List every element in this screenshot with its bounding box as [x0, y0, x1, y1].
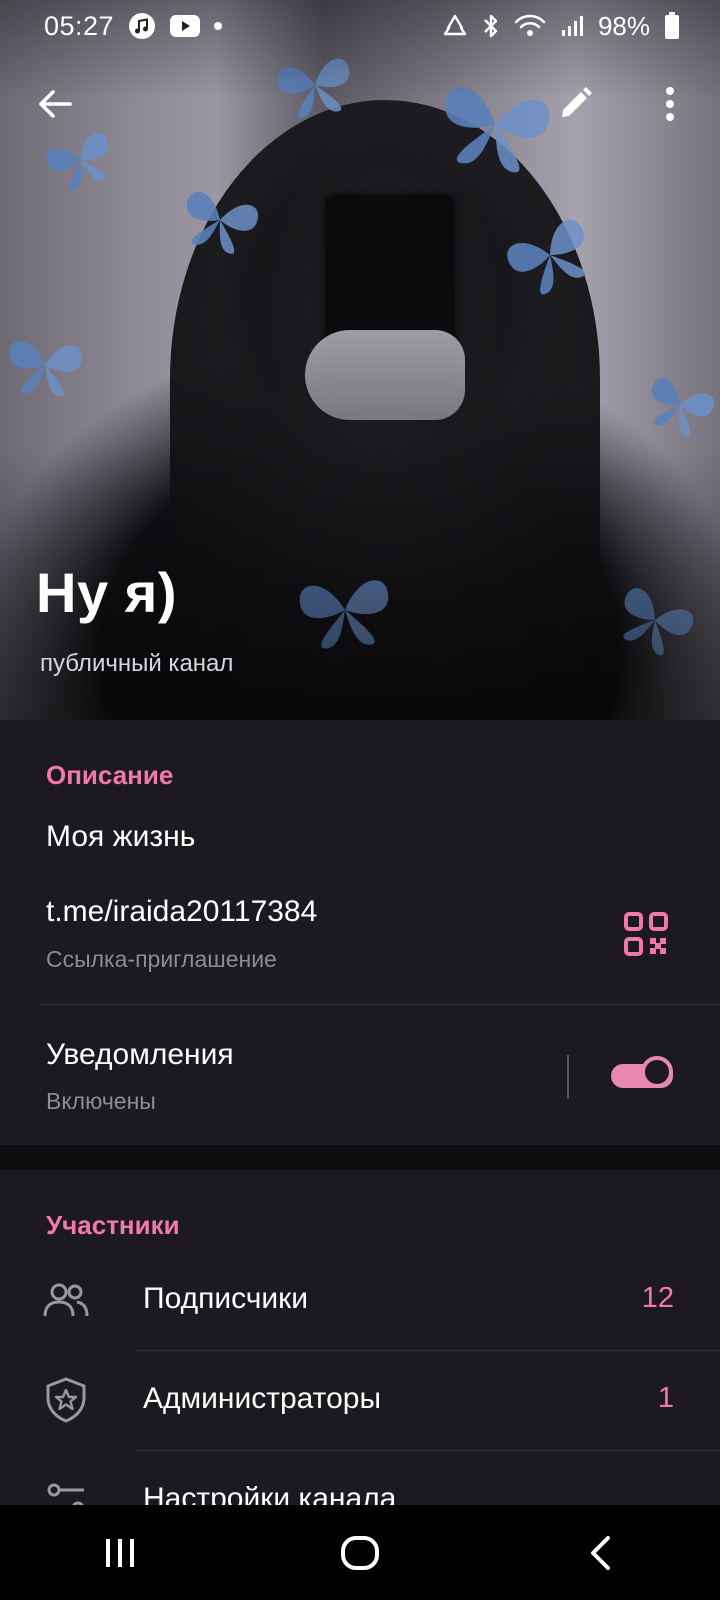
battery-icon [664, 12, 680, 40]
back-icon[interactable] [550, 1513, 650, 1593]
subscribers-row[interactable]: Подписчики 12 [0, 1252, 720, 1350]
section-gap [0, 1145, 720, 1170]
divider [135, 1450, 720, 1451]
admins-row[interactable]: Администраторы 1 [0, 1352, 720, 1450]
subscribers-label: Подписчики [143, 1282, 309, 1315]
status-bar: 05:27 98% [0, 0, 720, 52]
subscribers-count: 12 [641, 1282, 674, 1314]
recent-apps-icon[interactable] [70, 1513, 170, 1593]
music-app-icon [128, 12, 156, 40]
channel-settings-label: Настройки канала [143, 1482, 397, 1505]
notifications-label[interactable]: Уведомления [46, 1038, 234, 1072]
back-arrow-icon[interactable] [25, 74, 85, 134]
notification-dot [214, 22, 223, 30]
status-time: 05:27 [44, 10, 115, 41]
more-vert-icon[interactable] [640, 74, 700, 134]
members-card: Участники Подписчики 12 Администраторы 1… [0, 1170, 720, 1505]
notifications-state: Включены [46, 1088, 156, 1114]
recycle-icon [442, 14, 468, 38]
pencil-icon[interactable] [545, 74, 605, 134]
members-section-label: Участники [46, 1210, 180, 1240]
signal-icon [560, 14, 584, 38]
notifications-toggle[interactable] [611, 1056, 677, 1094]
settings-sliders-icon [40, 1474, 92, 1505]
top-app-bar [0, 68, 720, 138]
channel-description[interactable]: Моя жизнь [46, 820, 195, 854]
people-icon [40, 1274, 92, 1326]
admins-count: 1 [657, 1382, 674, 1414]
divider [135, 1350, 720, 1351]
system-navigation-bar [0, 1505, 720, 1600]
invite-link-caption: Ссылка-приглашение [46, 946, 277, 972]
channel-title: Ну я) [36, 561, 177, 624]
divider [40, 1004, 720, 1005]
battery-percent: 98% [597, 10, 650, 41]
invite-link[interactable]: t.me/iraida20117384 [46, 895, 317, 929]
shield-star-icon [40, 1374, 92, 1426]
home-icon[interactable] [310, 1513, 410, 1593]
vertical-separator [567, 1055, 569, 1099]
wifi-icon [514, 13, 546, 39]
channel-settings-row[interactable]: Настройки канала [0, 1452, 720, 1505]
youtube-icon [170, 15, 201, 37]
admins-label: Администраторы [143, 1382, 382, 1415]
toggle-thumb [641, 1056, 673, 1088]
channel-type: публичный канал [40, 650, 234, 677]
bluetooth-icon [482, 13, 500, 39]
description-section-label: Описание [46, 760, 174, 790]
qr-code-icon[interactable] [622, 910, 670, 958]
